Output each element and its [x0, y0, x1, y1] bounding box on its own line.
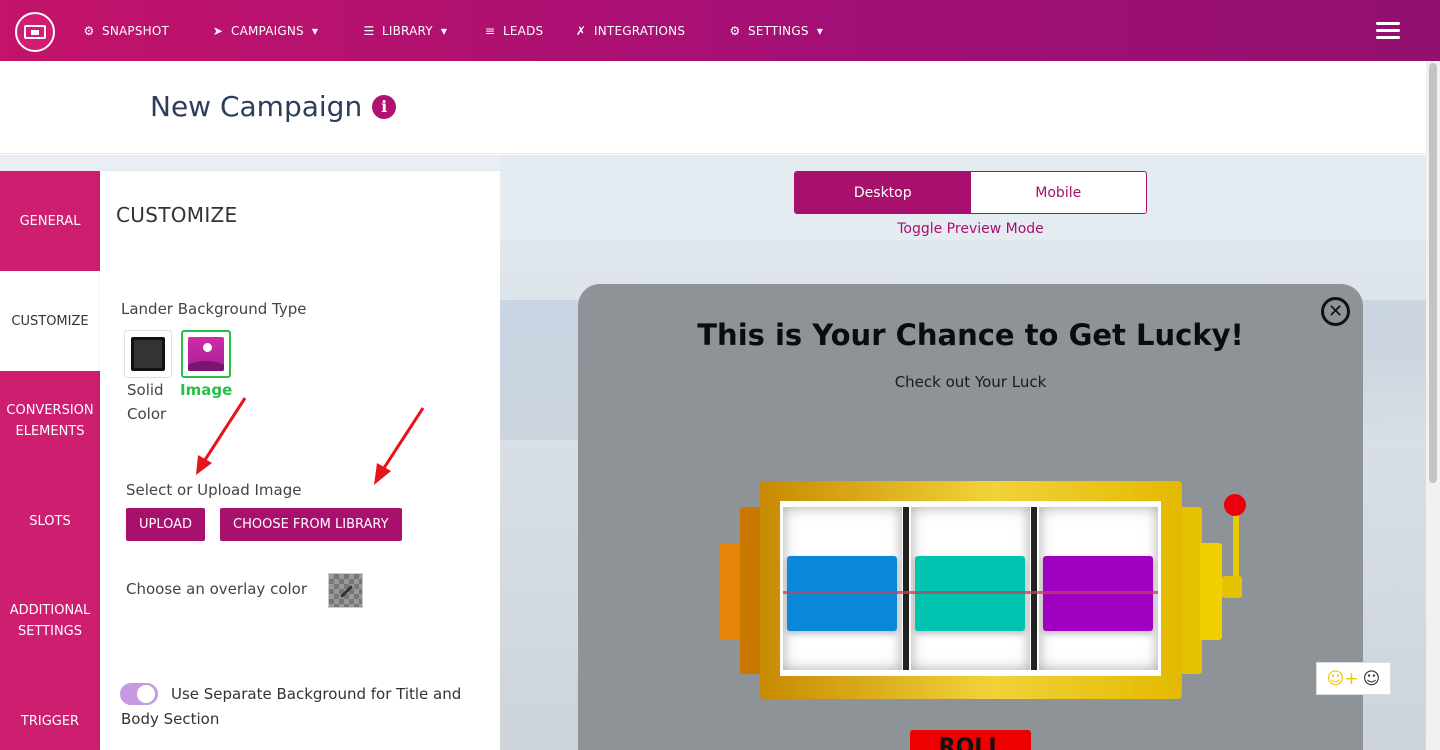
chevron-down-icon: ▼: [440, 26, 448, 36]
chevron-down-icon: ▼: [816, 26, 824, 36]
emoji-add-icon: ☺+: [1326, 668, 1359, 689]
tab-conversion-elements[interactable]: CONVERSION ELEMENTS: [0, 371, 100, 471]
tab-trigger[interactable]: TRIGGER: [0, 671, 100, 750]
overlay-color-label: Choose an overlay color: [126, 580, 308, 598]
top-nav-bar: ⚙ SNAPSHOT ➤ CAMPAIGNS ▼ ☰ LIBRARY ▼ ≡ L…: [0, 0, 1440, 61]
popup-title: This is Your Chance to Get Lucky!: [697, 318, 1244, 352]
cogs-icon: ⚙: [729, 24, 741, 38]
image-label: Image: [180, 381, 233, 399]
paper-plane-icon: ➤: [212, 24, 224, 38]
smiley-icon: ☺: [1362, 668, 1381, 689]
tab-label: TRIGGER: [20, 713, 80, 729]
nav-settings[interactable]: ⚙ SETTINGS ▼: [728, 22, 823, 40]
tab-label: SLOTS: [29, 513, 71, 529]
nav-campaigns-label: CAMPAIGNS: [231, 24, 304, 38]
nav-settings-label: SETTINGS: [748, 24, 809, 38]
page-title: New Campaign i: [150, 90, 397, 123]
list-icon: ≡: [484, 24, 496, 38]
mobile-mode-button[interactable]: Mobile: [970, 172, 1146, 213]
server-icon: ☰: [363, 24, 375, 38]
nav-snapshot[interactable]: ⚙ SNAPSHOT: [82, 22, 169, 40]
bg-option-image[interactable]: [181, 330, 231, 378]
tab-customize[interactable]: CUSTOMIZE: [0, 271, 100, 371]
nav-snapshot-label: SNAPSHOT: [102, 24, 170, 38]
desktop-mode-button[interactable]: Desktop: [795, 172, 971, 213]
tab-label: GENERAL: [19, 213, 81, 229]
separate-background-toggle[interactable]: [120, 683, 158, 705]
tab-slots[interactable]: SLOTS: [0, 471, 100, 571]
chevron-down-icon: ▼: [311, 26, 319, 36]
separate-background-label: Use Separate Background for Title and Bo…: [121, 685, 462, 728]
solid-color-label: Solid Color: [127, 381, 167, 423]
customize-panel: CUSTOMIZE Lander Background Type Solid C…: [100, 171, 500, 750]
reel-divider: [903, 507, 909, 670]
hamburger-menu-icon[interactable]: [1376, 22, 1400, 40]
upload-button[interactable]: UPLOAD: [126, 508, 206, 541]
page-title-text: New Campaign: [150, 90, 363, 123]
page-header: New Campaign i: [0, 61, 1440, 154]
slot-machine-side: [1200, 543, 1222, 640]
nav-campaigns[interactable]: ➤ CAMPAIGNS ▼: [211, 22, 318, 40]
info-icon[interactable]: i: [372, 94, 397, 119]
eyedropper-icon: [340, 585, 353, 598]
tab-additional-settings[interactable]: ADDITIONAL SETTINGS: [0, 571, 100, 671]
toggle-preview-caption: Toggle Preview Mode: [897, 221, 1044, 237]
panel-title: CUSTOMIZE: [116, 203, 238, 227]
overlay-color-picker[interactable]: [328, 573, 363, 608]
nav-leads-label: LEADS: [503, 24, 544, 38]
nav-library[interactable]: ☰ LIBRARY ▼: [362, 22, 447, 40]
bg-type-label: Lander Background Type: [121, 300, 307, 318]
preview-mode-toggle: Desktop Mobile: [794, 171, 1147, 214]
tab-general[interactable]: GENERAL: [0, 171, 100, 271]
nav-leads[interactable]: ≡ LEADS: [483, 22, 543, 40]
slot-lever-knob[interactable]: [1224, 494, 1246, 516]
dashboard-icon: ⚙: [83, 24, 95, 38]
tab-label: CONVERSION ELEMENTS: [6, 403, 94, 439]
nav-library-label: LIBRARY: [382, 24, 433, 38]
slot-machine-side: [719, 543, 741, 640]
reel-divider: [1031, 507, 1037, 670]
page-scrollbar[interactable]: [1426, 61, 1440, 750]
plug-icon: ✗: [575, 24, 587, 38]
slot-lever[interactable]: [1233, 512, 1239, 584]
popup-subtitle: Check out Your Luck: [894, 373, 1047, 391]
slot-machine-side: [1180, 507, 1202, 674]
nav-integrations-label: INTEGRATIONS: [594, 24, 686, 38]
bg-option-solid-color[interactable]: [124, 330, 172, 378]
choose-from-library-button[interactable]: CHOOSE FROM LIBRARY: [220, 508, 402, 541]
emoji-reaction-widget[interactable]: ☺+ ☺: [1316, 662, 1391, 695]
slot-payline: [783, 591, 1158, 594]
tab-label: ADDITIONAL SETTINGS: [9, 603, 91, 639]
solid-color-swatch: [131, 337, 165, 371]
select-upload-label: Select or Upload Image: [126, 481, 302, 499]
slot-machine-side: [740, 507, 762, 674]
tab-label: CUSTOMIZE: [11, 313, 89, 329]
nav-integrations[interactable]: ✗ INTEGRATIONS: [574, 22, 685, 40]
app-logo[interactable]: [15, 12, 55, 52]
image-icon: [188, 337, 224, 371]
slot-lever-base: [1222, 576, 1242, 598]
settings-tabs: GENERAL CUSTOMIZE CONVERSION ELEMENTS SL…: [0, 171, 100, 750]
roll-button[interactable]: ROLL: [910, 730, 1031, 750]
